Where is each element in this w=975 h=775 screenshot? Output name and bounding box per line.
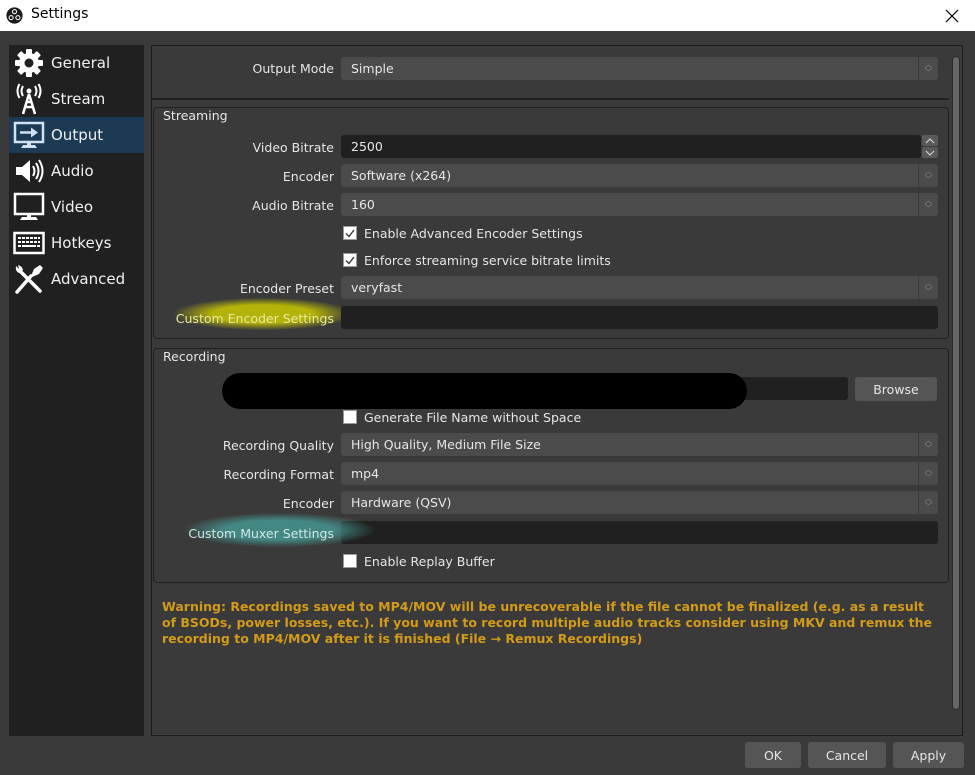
recording-quality-select[interactable]: High Quality, Medium File Size ︿ ﹀ (341, 433, 938, 456)
output-settings-panel: Output Mode Simple ︿ ﹀ Streaming Video Bi… (151, 45, 963, 736)
recording-encoder-select[interactable]: Hardware (QSV) ︿ ﹀ (341, 491, 938, 514)
chevron-updown-icon: ︿ ﹀ (918, 276, 938, 299)
video-bitrate-spinner (922, 135, 938, 158)
replay-buffer-label[interactable]: Enable Replay Buffer (364, 554, 495, 569)
ok-button[interactable]: OK (745, 742, 801, 768)
close-icon (945, 9, 959, 22)
no-space-checkbox[interactable] (343, 410, 357, 424)
sidebar-item-general[interactable]: General (9, 45, 144, 81)
sidebar-item-label: Output (51, 126, 104, 144)
custom-muxer-label: Custom Muxer Settings (188, 526, 334, 541)
monitor-icon (9, 189, 49, 225)
sidebar-item-label: Stream (51, 90, 106, 108)
checkmark-icon (345, 256, 355, 265)
sidebar-item-label: Hotkeys (51, 234, 112, 252)
speaker-icon (9, 153, 49, 189)
close-button[interactable] (929, 0, 975, 31)
sidebar-item-label: Advanced (51, 270, 126, 288)
spin-down-button[interactable] (922, 147, 938, 158)
chevron-up-icon (925, 137, 935, 143)
audio-bitrate-select[interactable]: 160 ︿ ﹀ (341, 193, 938, 216)
chevron-updown-icon: ︿ ﹀ (918, 164, 938, 187)
sidebar-item-advanced[interactable]: Advanced (9, 261, 144, 297)
chevron-down-icon (925, 150, 935, 156)
recording-encoder-label: Encoder (282, 496, 334, 511)
output-mode-label: Output Mode (252, 61, 334, 76)
broadcast-antenna-icon (9, 81, 49, 117)
sidebar-item-output[interactable]: Output (9, 117, 144, 153)
apply-button[interactable]: Apply (893, 742, 964, 768)
title-bar: Settings (0, 0, 975, 31)
chevron-updown-icon: ︿ ﹀ (918, 462, 938, 485)
obs-logo-icon (6, 7, 23, 24)
video-bitrate-input[interactable]: 2500 (341, 135, 921, 158)
encoder-preset-label: Encoder Preset (239, 281, 334, 296)
audio-bitrate-value: 160 (351, 197, 375, 212)
chevron-updown-icon: ︿ ﹀ (918, 491, 938, 514)
enable-advanced-label[interactable]: Enable Advanced Encoder Settings (364, 226, 583, 241)
custom-encoder-label: Custom Encoder Settings (175, 311, 334, 326)
monitor-output-icon (9, 117, 49, 153)
output-mode-select[interactable]: Simple ︿ ﹀ (341, 57, 938, 80)
keyboard-icon (9, 225, 49, 261)
streaming-encoder-label: Encoder (282, 169, 334, 184)
sidebar-item-stream[interactable]: Stream (9, 81, 144, 117)
chevron-updown-icon: ︿ ﹀ (918, 433, 938, 456)
sidebar-item-label: Video (51, 198, 94, 216)
no-space-label[interactable]: Generate File Name without Space (364, 410, 581, 425)
vertical-scrollbar[interactable] (952, 56, 960, 710)
video-bitrate-value: 2500 (351, 139, 383, 154)
recording-encoder-value: Hardware (QSV) (351, 495, 452, 510)
checkmark-icon (345, 229, 355, 238)
divider (152, 98, 949, 100)
encoder-preset-value: veryfast (351, 280, 403, 295)
chevron-updown-icon: ︿ ﹀ (918, 193, 938, 216)
replay-buffer-checkbox[interactable] (343, 554, 357, 568)
sidebar-item-label: General (51, 54, 111, 72)
window-title: Settings (31, 6, 89, 22)
streaming-group-title: Streaming (160, 108, 231, 123)
output-mode-value: Simple (351, 61, 394, 76)
gear-icon (9, 45, 49, 81)
audio-bitrate-label: Audio Bitrate (252, 198, 334, 213)
redaction-scribble (222, 373, 747, 409)
recording-format-value: mp4 (351, 466, 380, 481)
cancel-button[interactable]: Cancel (808, 742, 886, 768)
enforce-limits-label[interactable]: Enforce streaming service bitrate limits (364, 253, 611, 268)
spin-up-button[interactable] (922, 135, 938, 146)
settings-window: General Stream Output Audio Video Hotkey… (0, 31, 975, 775)
recording-quality-value: High Quality, Medium File Size (351, 437, 541, 452)
enable-advanced-checkbox[interactable] (343, 226, 357, 240)
custom-muxer-input[interactable] (341, 521, 938, 544)
mp4-warning-text: Warning: Recordings saved to MP4/MOV wil… (162, 599, 933, 646)
chevron-updown-icon: ︿ ﹀ (918, 57, 938, 80)
enforce-limits-checkbox[interactable] (343, 253, 357, 267)
recording-format-label: Recording Format (223, 467, 334, 482)
recording-group-title: Recording (160, 349, 229, 364)
sidebar: General Stream Output Audio Video Hotkey… (9, 45, 144, 736)
tools-icon (9, 261, 49, 297)
recording-format-select[interactable]: mp4 ︿ ﹀ (341, 462, 938, 485)
custom-encoder-input[interactable] (341, 306, 938, 329)
sidebar-item-video[interactable]: Video (9, 189, 144, 225)
sidebar-item-audio[interactable]: Audio (9, 153, 144, 189)
video-bitrate-label: Video Bitrate (252, 140, 334, 155)
encoder-preset-select[interactable]: veryfast ︿ ﹀ (341, 276, 938, 299)
streaming-encoder-value: Software (x264) (351, 168, 452, 183)
sidebar-item-hotkeys[interactable]: Hotkeys (9, 225, 144, 261)
browse-button[interactable]: Browse (855, 377, 937, 401)
streaming-encoder-select[interactable]: Software (x264) ︿ ﹀ (341, 164, 938, 187)
recording-quality-label: Recording Quality (222, 438, 334, 453)
sidebar-item-label: Audio (51, 162, 94, 180)
